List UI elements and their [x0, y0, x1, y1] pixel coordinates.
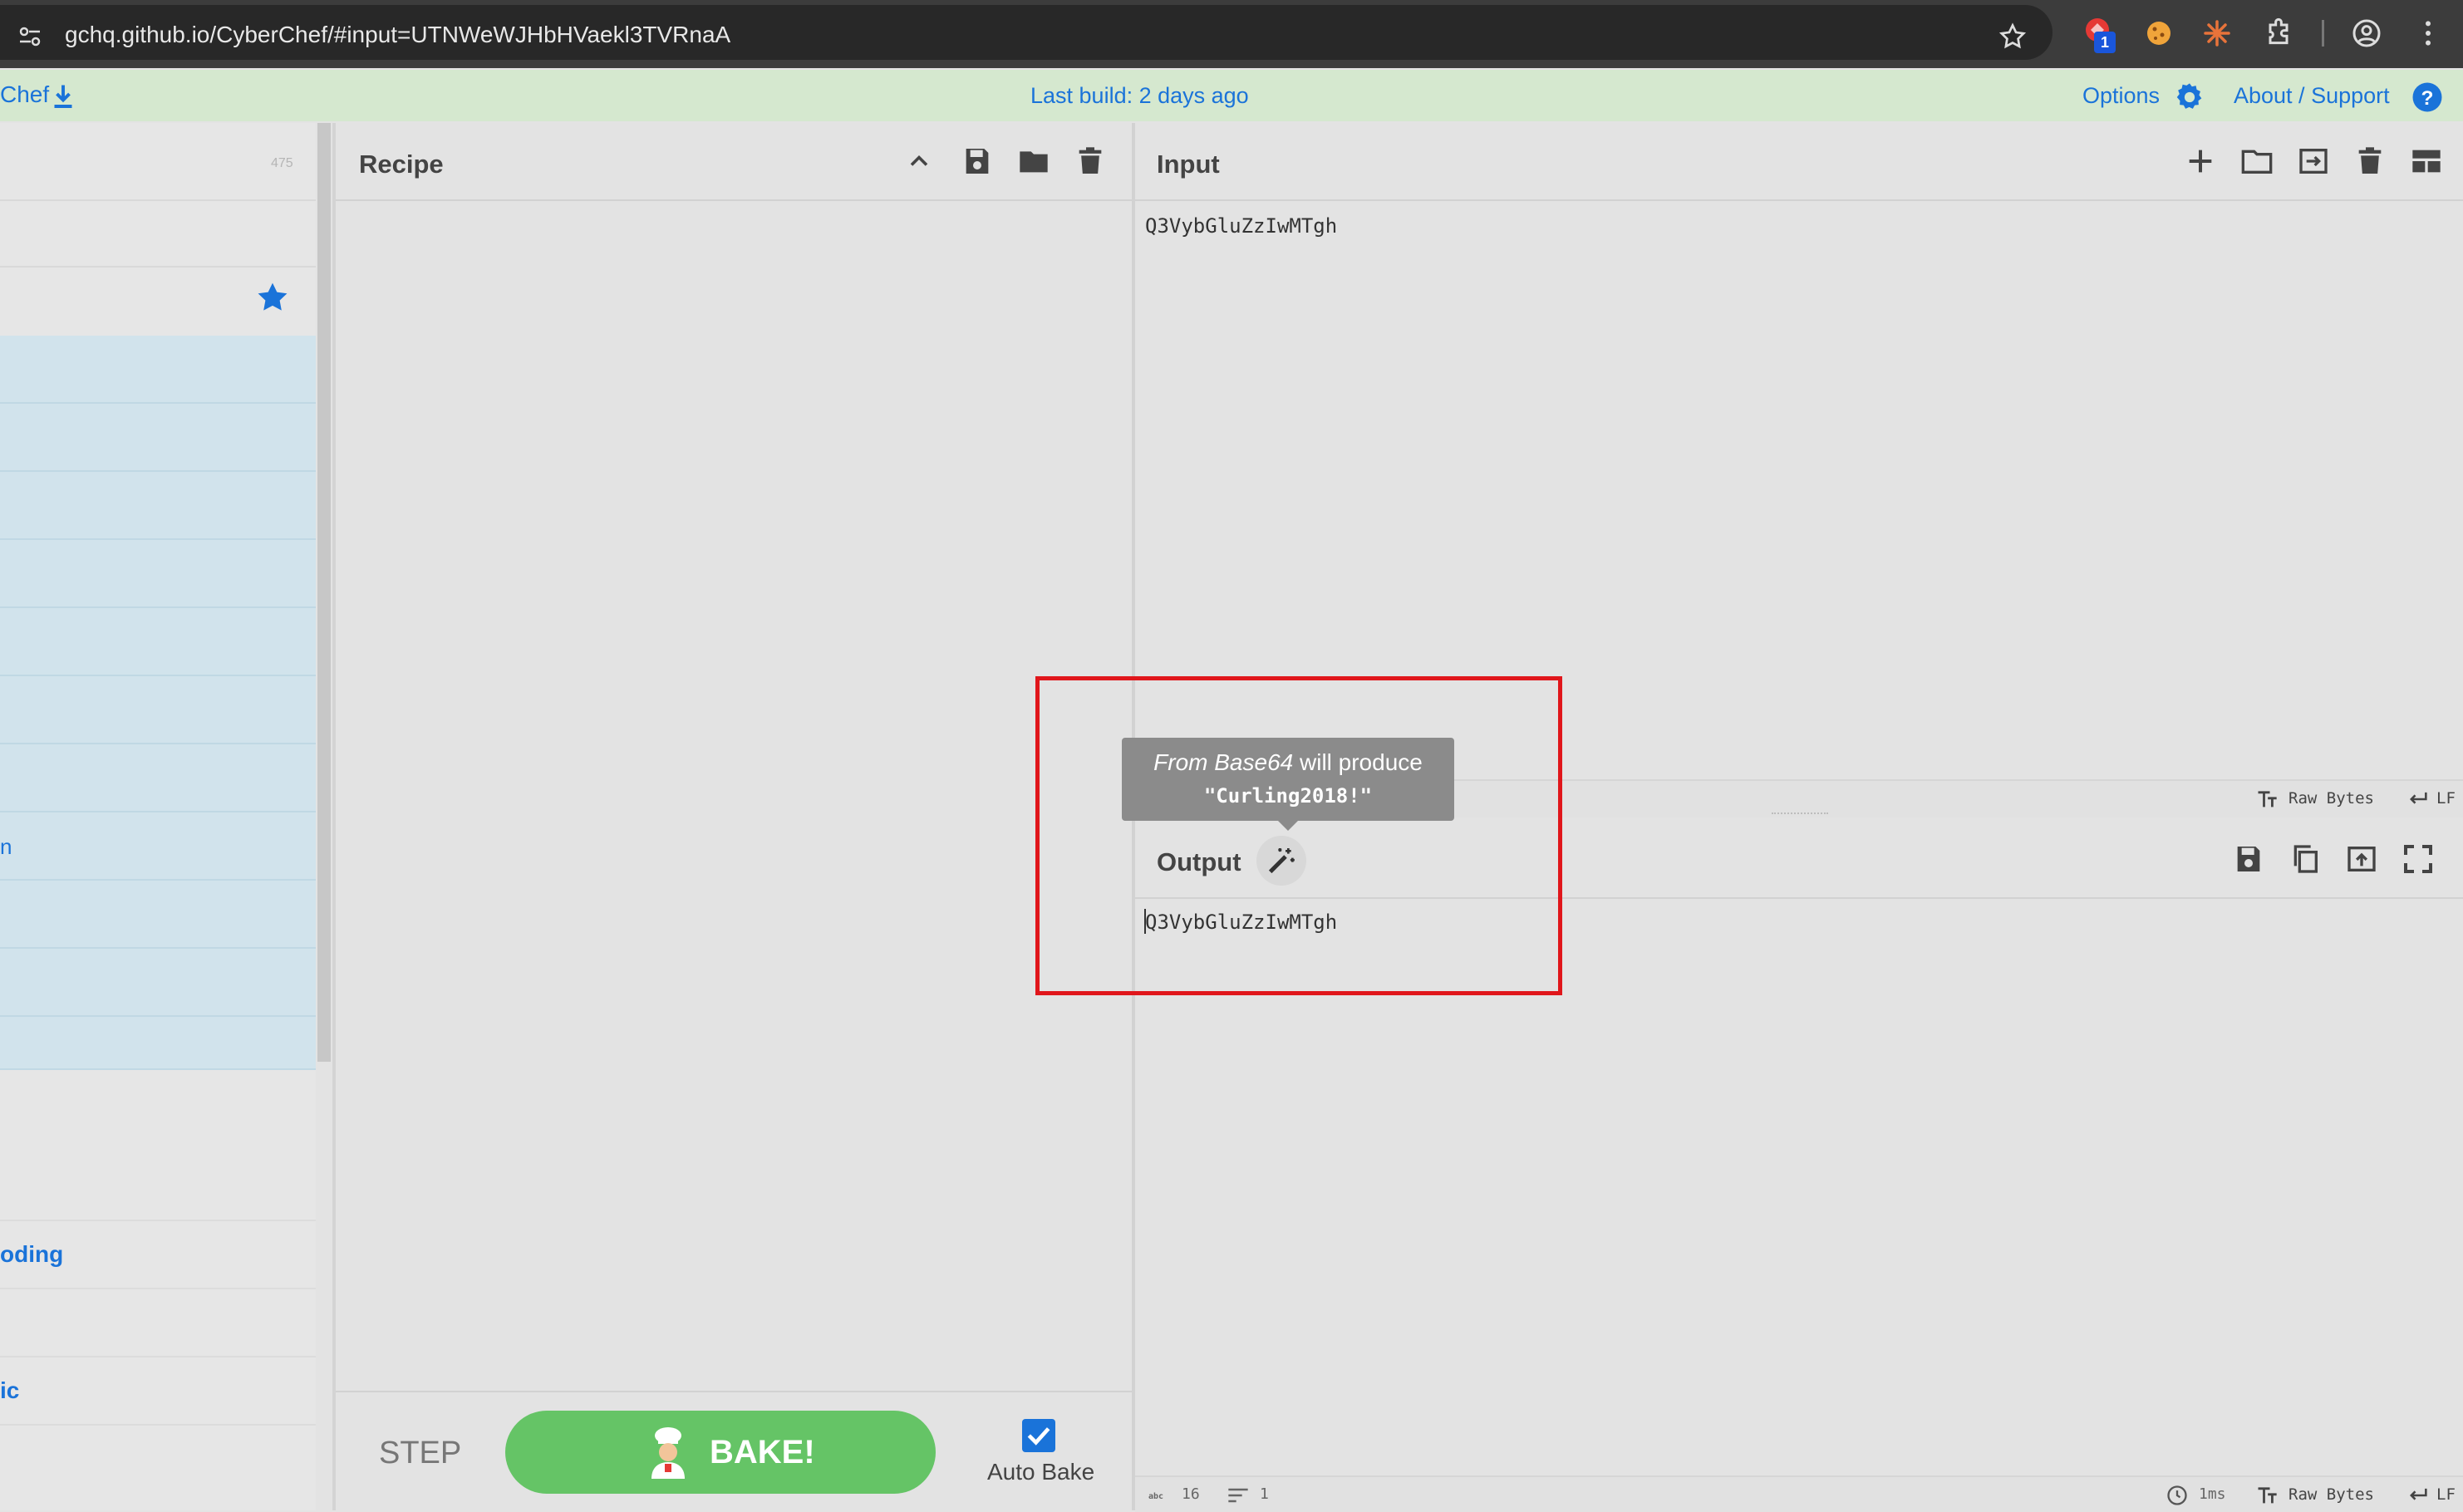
recipe-footer-divider [336, 1391, 1132, 1392]
gear-icon[interactable] [2172, 80, 2207, 115]
save-recipe-icon[interactable] [961, 145, 994, 178]
operations-count: 475 [271, 156, 293, 170]
search-divider [0, 199, 316, 201]
operation-item[interactable] [0, 744, 316, 812]
output-length: 16 [1182, 1485, 1200, 1503]
output-line-count: 1 [1260, 1485, 1269, 1503]
about-support-link[interactable]: About / Support [2234, 83, 2390, 109]
toolbar-separator [2322, 20, 2324, 47]
lines-icon [1227, 1485, 1250, 1505]
last-build-text: Last build: 2 days ago [1030, 83, 1249, 108]
text-encoding-icon[interactable] [2255, 1484, 2279, 1507]
operation-item[interactable] [0, 608, 316, 676]
site-info-icon[interactable] [17, 23, 43, 50]
cyberchef-banner: Chef Last build: 2 days ago Options Abou… [0, 70, 2463, 121]
output-status-bar: abc 16 1 1ms Raw Bytes LF [1135, 1475, 2463, 1512]
open-folder-icon[interactable] [2240, 145, 2274, 178]
step-button[interactable]: STEP [379, 1436, 461, 1471]
operations-list: n [0, 336, 316, 1210]
category-item[interactable]: oding [0, 1221, 316, 1289]
cookie-extension-icon[interactable] [2142, 17, 2175, 50]
output-eol-select[interactable]: LF [2436, 1485, 2456, 1504]
bake-label: BAKE! [710, 1434, 815, 1470]
category-item[interactable] [0, 1153, 316, 1221]
load-recipe-folder-icon[interactable] [1017, 145, 1050, 178]
replace-input-icon[interactable] [2345, 842, 2378, 876]
recipe-header: Recipe [336, 123, 1132, 201]
input-eol-select[interactable]: LF [2436, 789, 2456, 808]
bake-time: 1ms [2199, 1485, 2226, 1503]
operations-panel: 475 n oding ic [0, 123, 316, 1510]
clear-recipe-trash-icon[interactable] [1074, 145, 1107, 178]
operation-item[interactable] [0, 540, 316, 608]
input-title: Input [1157, 150, 1220, 179]
operation-item[interactable] [0, 949, 316, 1017]
category-label: oding [0, 1241, 64, 1267]
bookmark-star-icon[interactable] [1998, 22, 2028, 52]
copy-output-icon[interactable] [2288, 842, 2322, 876]
line-ending-icon[interactable] [2406, 1484, 2430, 1507]
browser-toolbar: gchq.github.io/CyberChef/#input=UTNWeWJH… [0, 0, 2463, 68]
extensions-puzzle-icon[interactable] [2262, 17, 2295, 50]
text-encoding-icon[interactable] [2255, 788, 2279, 811]
maximise-output-icon[interactable] [2402, 842, 2435, 876]
input-encoding-select[interactable]: Raw Bytes [2288, 789, 2374, 808]
recipe-panel: Recipe STEP BAKE! Auto Bake [336, 123, 1132, 1510]
sparkle-extension-icon[interactable] [2200, 17, 2234, 50]
svg-text:?: ? [2421, 87, 2434, 110]
options-link[interactable]: Options [2082, 83, 2160, 109]
input-header: Input [1135, 123, 2463, 201]
extension-badge: 1 [2094, 32, 2116, 53]
operations-scrollbar[interactable] [317, 123, 331, 1062]
help-icon[interactable]: ? [2410, 80, 2445, 115]
chef-icon [643, 1426, 693, 1479]
output-encoding-select[interactable]: Raw Bytes [2288, 1485, 2374, 1504]
download-icon[interactable] [48, 81, 78, 111]
favourite-star-icon[interactable] [254, 279, 291, 316]
highlight-annotation-box [1035, 676, 1562, 995]
category-item[interactable] [0, 1289, 316, 1357]
clear-input-trash-icon[interactable] [2353, 145, 2387, 178]
address-bar[interactable]: gchq.github.io/CyberChef/#input=UTNWeWJH… [0, 5, 2052, 60]
save-output-icon[interactable] [2232, 842, 2265, 876]
reset-layout-icon[interactable] [2410, 145, 2443, 178]
add-tab-plus-icon[interactable] [2184, 145, 2217, 178]
checkmark-icon [1027, 1427, 1050, 1446]
category-label: ic [0, 1377, 20, 1403]
auto-bake-checkbox[interactable] [1022, 1419, 1055, 1452]
operation-label: n [0, 834, 12, 859]
auto-bake-label: Auto Bake [987, 1459, 1095, 1485]
operation-item[interactable] [0, 336, 316, 404]
line-ending-icon[interactable] [2406, 788, 2430, 811]
chevron-up-icon[interactable] [904, 146, 934, 176]
operation-item[interactable]: n [0, 812, 316, 881]
open-file-input-icon[interactable] [2297, 145, 2330, 178]
bake-button[interactable]: BAKE! [505, 1411, 936, 1494]
operation-item[interactable] [0, 1017, 316, 1070]
category-item[interactable]: ic [0, 1357, 316, 1426]
operation-item[interactable] [0, 881, 316, 949]
clock-icon [2166, 1484, 2189, 1507]
url-text[interactable]: gchq.github.io/CyberChef/#input=UTNWeWJH… [65, 22, 730, 48]
operation-item[interactable] [0, 676, 316, 744]
profile-icon[interactable] [2350, 17, 2383, 50]
svg-text:abc: abc [1148, 1492, 1163, 1500]
operation-item[interactable] [0, 404, 316, 472]
browser-menu-icon[interactable] [2411, 17, 2445, 50]
abc-length-icon: abc [1148, 1489, 1168, 1500]
brand-link[interactable]: Chef [0, 81, 49, 108]
favourites-divider [0, 266, 316, 268]
operation-item[interactable] [0, 472, 316, 540]
input-textarea[interactable]: Q3VybGluZzIwMTgh [1145, 214, 1337, 238]
recipe-title: Recipe [359, 150, 444, 179]
